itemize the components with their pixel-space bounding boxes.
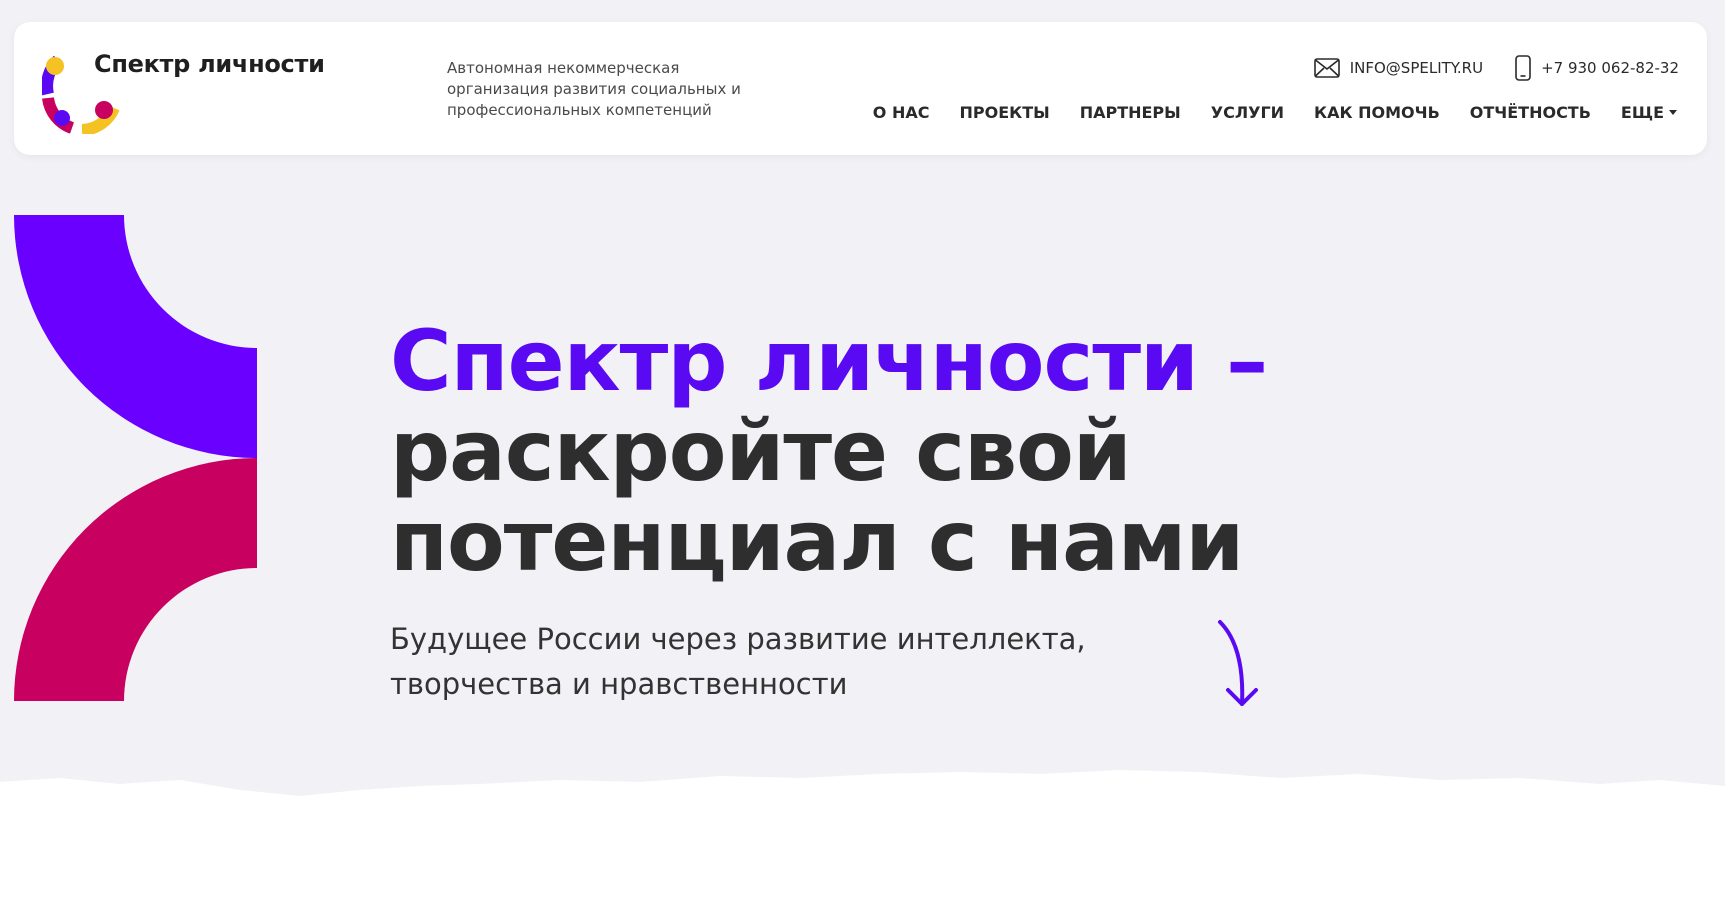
torn-paper-edge: [0, 770, 1725, 904]
main-nav: О НАС ПРОЕКТЫ ПАРТНЕРЫ УСЛУГИ КАК ПОМОЧЬ…: [873, 103, 1677, 122]
nav-reports[interactable]: ОТЧЁТНОСТЬ: [1470, 103, 1591, 122]
hero-title-rest: раскройте свой потенциал с нами: [390, 402, 1244, 590]
hero-title-accent: Спектр личности –: [390, 312, 1268, 410]
nav-more-label: ЕЩЕ: [1620, 103, 1664, 122]
nav-more[interactable]: ЕЩЕ: [1621, 103, 1677, 122]
hero-subtitle: Будущее России через развитие интеллекта…: [390, 622, 1086, 701]
brand-tagline: Автономная некоммерческая организация ра…: [447, 59, 741, 119]
email-text: INFO@SPELITY.RU: [1349, 59, 1484, 77]
contacts: INFO@SPELITY.RU +7 930 062-82-32: [1313, 55, 1679, 81]
caret-down-icon: [1669, 110, 1677, 115]
phone-link[interactable]: +7 930 062-82-32: [1515, 55, 1679, 81]
nav-partners[interactable]: ПАРТНЕРЫ: [1080, 103, 1181, 122]
nav-projects[interactable]: ПРОЕКТЫ: [959, 103, 1049, 122]
brand-name[interactable]: Спектр личности: [94, 50, 325, 78]
email-link[interactable]: INFO@SPELITY.RU: [1313, 58, 1484, 78]
nav-how-to-help[interactable]: КАК ПОМОЧЬ: [1314, 103, 1440, 122]
decorative-arcs: [14, 215, 257, 701]
phone-icon: [1515, 55, 1531, 81]
nav-about[interactable]: О НАС: [873, 103, 930, 122]
arrow-down-icon[interactable]: [1212, 618, 1266, 710]
site-header: Спектр личности Автономная некоммерческа…: [14, 22, 1707, 155]
mail-icon: [1313, 58, 1340, 78]
hero-title: Спектр личности – раскройте свой потенци…: [390, 316, 1350, 586]
phone-text: +7 930 062-82-32: [1541, 59, 1679, 77]
nav-services[interactable]: УСЛУГИ: [1211, 103, 1284, 122]
